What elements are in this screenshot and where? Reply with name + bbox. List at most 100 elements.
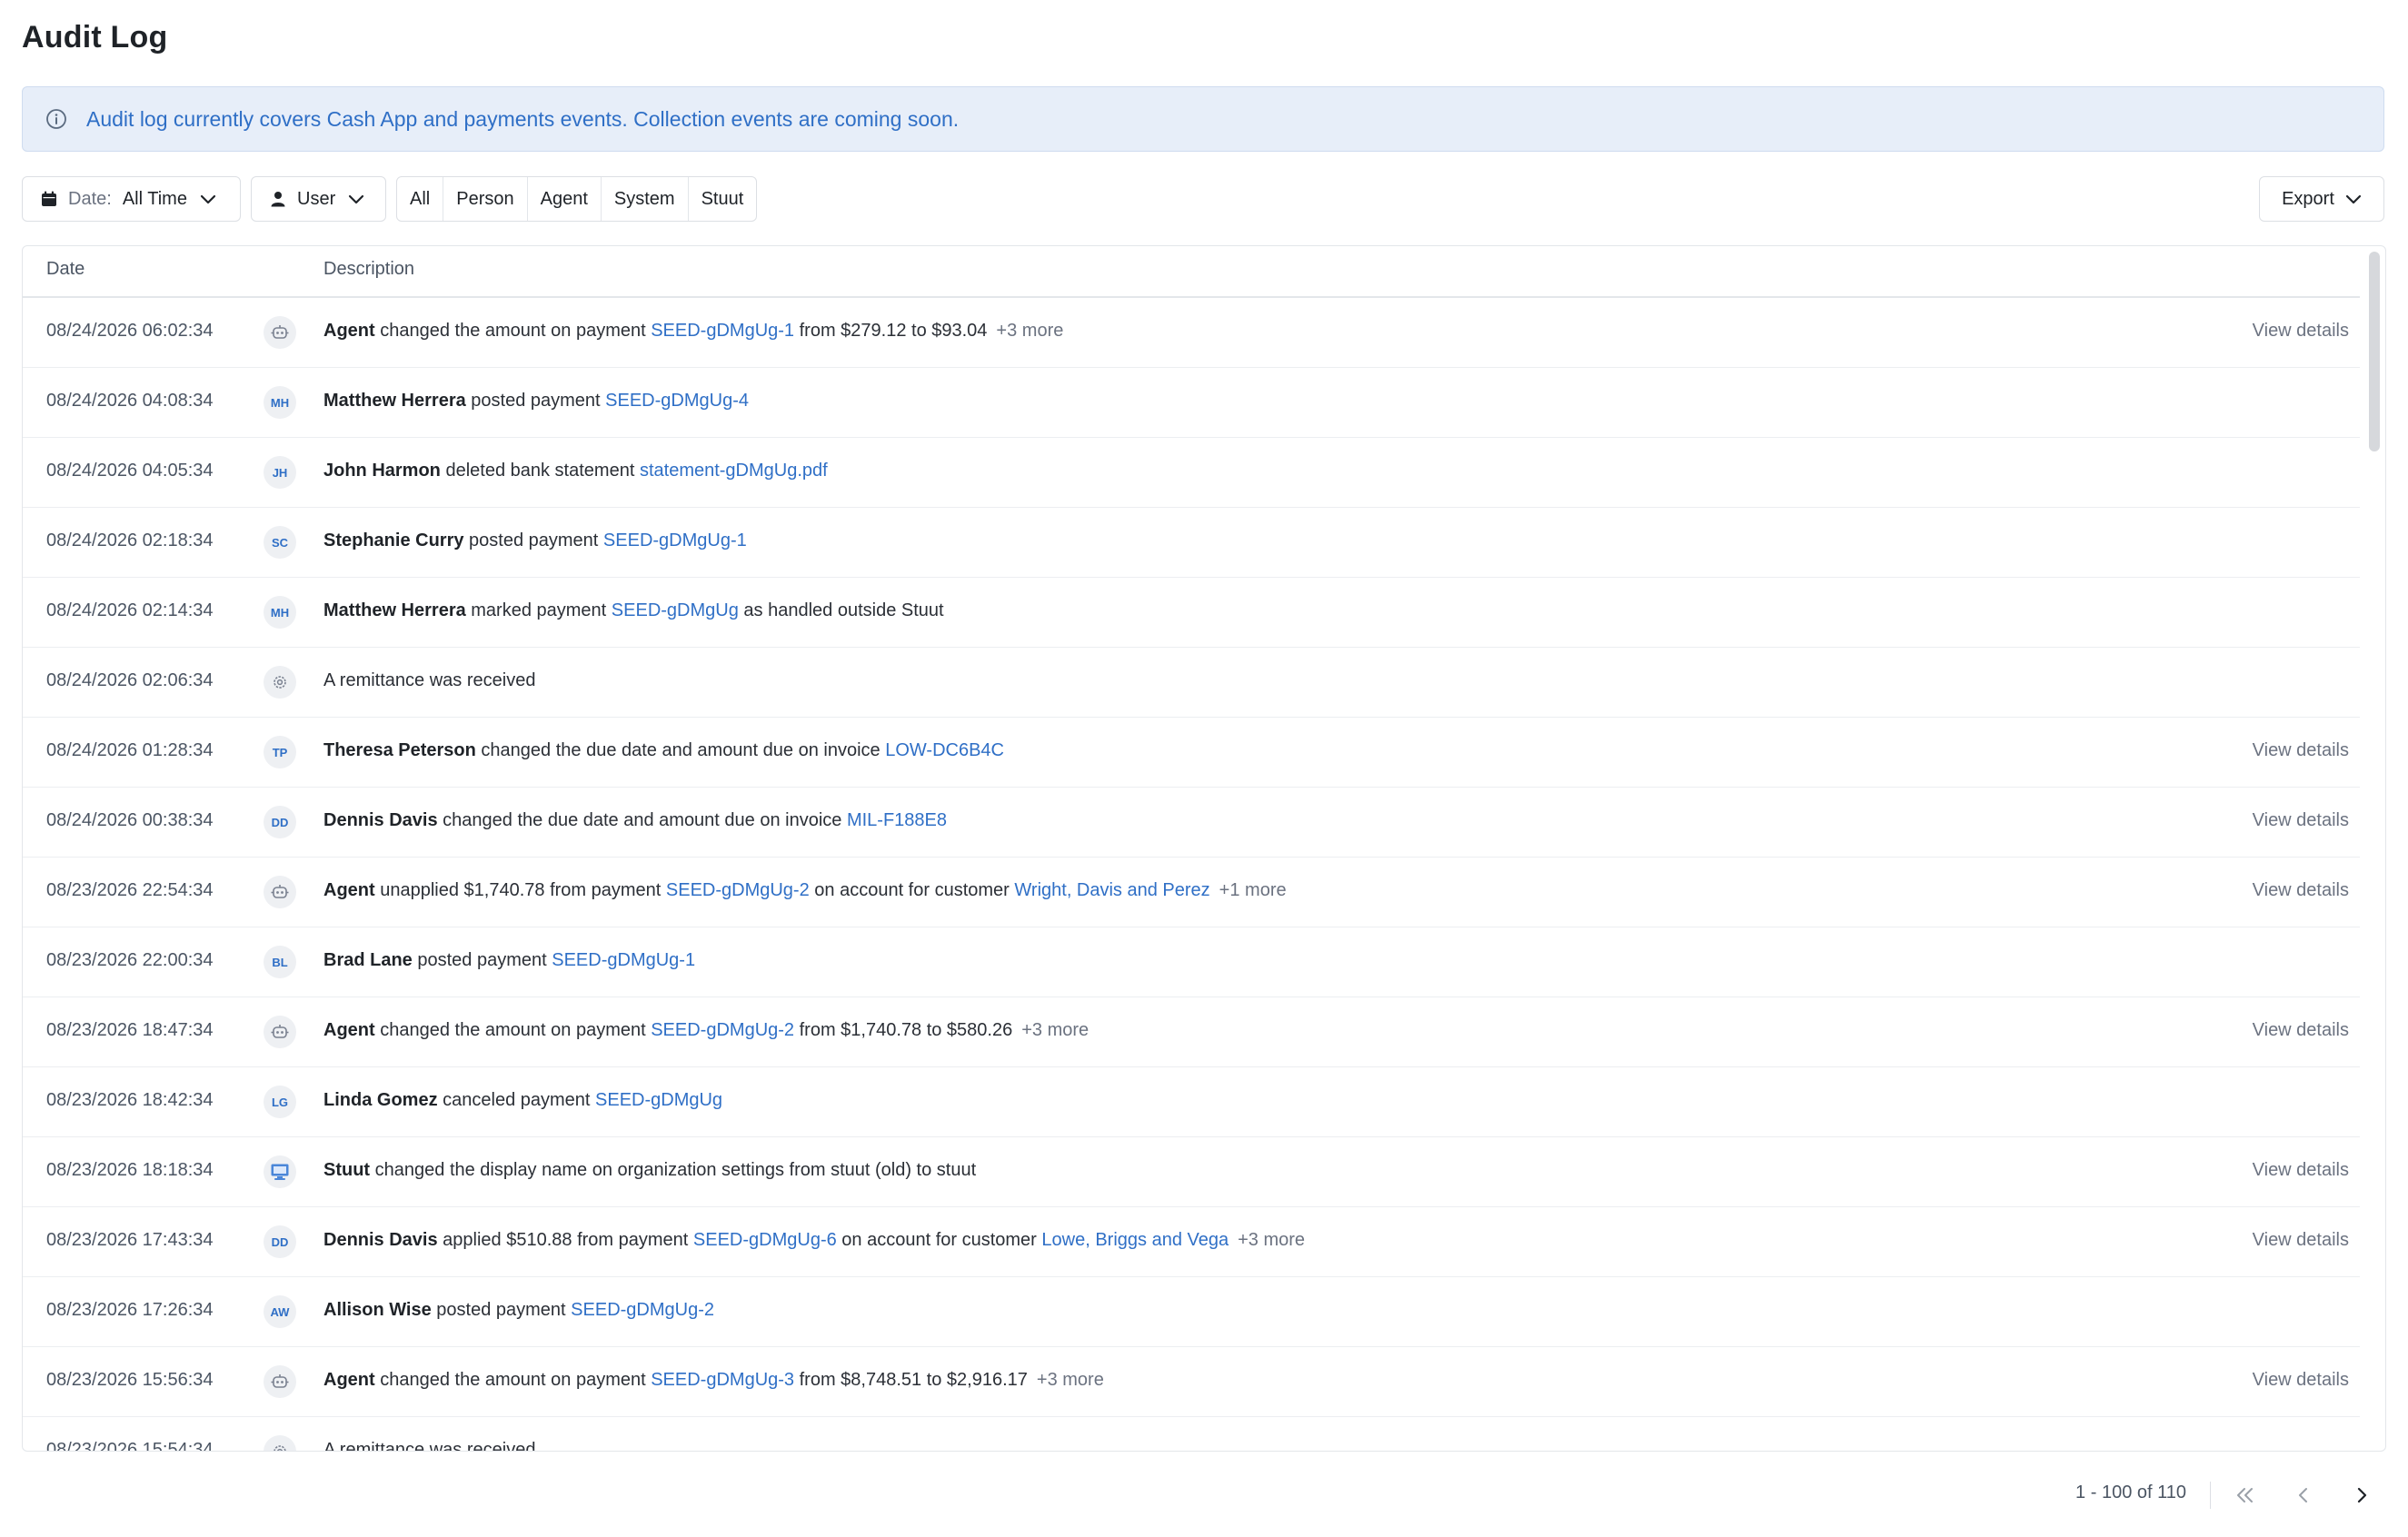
row-date: 08/24/2026 04:05:34 xyxy=(46,461,214,481)
entity-link[interactable]: SEED-gDMgUg-1 xyxy=(552,950,695,970)
table-row[interactable]: 08/24/2026 01:28:34 TP Theresa Peterson ch… xyxy=(23,718,2360,788)
table-row[interactable]: 08/23/2026 15:54:34 A remittance was rece… xyxy=(23,1417,2360,1452)
row-description: Stuut changed the display name on organi… xyxy=(323,1160,976,1181)
table-body: 08/24/2026 06:02:34 Agent changed the amo… xyxy=(23,298,2360,1452)
actor-name: Linda Gomez xyxy=(323,1090,438,1110)
page-title: Audit Log xyxy=(22,20,168,55)
table-row[interactable]: 08/24/2026 00:38:34 DD Dennis Davis change… xyxy=(23,788,2360,858)
view-details-link[interactable]: View details xyxy=(2253,880,2349,901)
row-date: 08/23/2026 18:47:34 xyxy=(46,1020,214,1040)
table-scrollbar[interactable] xyxy=(2369,252,2380,451)
entity-link[interactable]: SEED-gDMgUg-4 xyxy=(605,391,749,411)
actor-name: Matthew Herrera xyxy=(323,391,466,411)
more-changes-indicator[interactable]: +3 more xyxy=(1037,1370,1104,1390)
more-changes-indicator[interactable]: +3 more xyxy=(1021,1020,1089,1040)
row-description: Agent changed the amount on payment SEED… xyxy=(323,1020,1089,1041)
row-description: Dennis Davis applied $510.88 from paymen… xyxy=(323,1230,1305,1251)
table-row[interactable]: 08/23/2026 18:47:34 Agent changed the amo… xyxy=(23,997,2360,1067)
segment-agent[interactable]: Agent xyxy=(528,177,602,221)
table-row[interactable]: 08/24/2026 06:02:34 Agent changed the amo… xyxy=(23,298,2360,368)
entity-link[interactable]: MIL-F188E8 xyxy=(847,810,947,830)
entity-link[interactable]: LOW-DC6B4C xyxy=(885,740,1004,760)
actor-name: Dennis Davis xyxy=(323,1230,438,1250)
description-text: posted payment xyxy=(465,391,606,411)
entity-link[interactable]: SEED-gDMgUg xyxy=(595,1090,722,1110)
avatar: MH xyxy=(264,386,296,419)
entity-link[interactable]: SEED-gDMgUg-2 xyxy=(651,1020,794,1040)
table-row[interactable]: 08/23/2026 15:56:34 Agent changed the amo… xyxy=(23,1347,2360,1417)
description-text: changed the amount on payment xyxy=(374,1370,652,1390)
row-description: Dennis Davis changed the due date and am… xyxy=(323,810,947,831)
row-description: Brad Lane posted payment SEED-gDMgUg-1 xyxy=(323,950,695,971)
row-date: 08/23/2026 15:54:34 xyxy=(46,1440,214,1452)
view-details-link[interactable]: View details xyxy=(2253,321,2349,342)
avatar: DD xyxy=(264,1225,296,1258)
segment-all[interactable]: All xyxy=(397,177,444,221)
table-row[interactable]: 08/23/2026 22:00:34 BL Brad Lane posted pa… xyxy=(23,927,2360,997)
monitor-icon xyxy=(264,1155,296,1188)
robot-icon xyxy=(264,316,296,349)
user-filter-label: User xyxy=(297,188,336,209)
more-changes-indicator[interactable]: +3 more xyxy=(996,321,1063,341)
table-row[interactable]: 08/24/2026 02:14:34 MH Matthew Herrera mar… xyxy=(23,578,2360,648)
table-row[interactable]: 08/23/2026 17:26:34 AW Allison Wise posted… xyxy=(23,1277,2360,1347)
entity-link[interactable]: SEED-gDMgUg-3 xyxy=(651,1370,794,1390)
entity-link[interactable]: SEED-gDMgUg xyxy=(612,600,739,620)
entity-link[interactable]: SEED-gDMgUg-1 xyxy=(603,531,747,550)
table-row[interactable]: 08/24/2026 02:06:34 A remittance was rece… xyxy=(23,648,2360,718)
actor-name: Agent xyxy=(323,1020,375,1040)
chevron-down-icon xyxy=(348,193,364,204)
entity-link[interactable]: statement-gDMgUg.pdf xyxy=(640,461,828,481)
entity-link[interactable]: SEED-gDMgUg-1 xyxy=(651,321,794,341)
entity-link[interactable]: Wright, Davis and Perez xyxy=(1014,880,1209,900)
actor-name: John Harmon xyxy=(323,461,441,481)
segment-person[interactable]: Person xyxy=(443,177,528,221)
gear-icon xyxy=(264,1435,296,1451)
segment-stuut[interactable]: Stuut xyxy=(689,177,757,221)
view-details-link[interactable]: View details xyxy=(2253,1230,2349,1251)
pagination-range: 1 - 100 of 110 xyxy=(2075,1482,2186,1502)
info-banner-text: Audit log currently covers Cash App and … xyxy=(86,106,960,131)
actor-name: Agent xyxy=(323,880,375,900)
robot-icon xyxy=(264,1365,296,1398)
export-button[interactable]: Export xyxy=(2259,176,2384,222)
row-date: 08/23/2026 17:43:34 xyxy=(46,1230,214,1250)
date-filter-button[interactable]: Date: All Time xyxy=(22,176,241,222)
avatar: MH xyxy=(264,596,296,629)
double-chevron-left-icon[interactable] xyxy=(2229,1479,2262,1512)
description-text: changed the due date and amount due on i… xyxy=(437,810,847,830)
view-details-link[interactable]: View details xyxy=(2253,740,2349,761)
avatar: BL xyxy=(264,946,296,978)
actor-type-segmented-control: All Person Agent System Stuut xyxy=(396,176,758,222)
view-details-link[interactable]: View details xyxy=(2253,810,2349,831)
table-row[interactable]: 08/24/2026 04:08:34 MH Matthew Herrera pos… xyxy=(23,368,2360,438)
table-row[interactable]: 08/23/2026 18:42:34 LG Linda Gomez cancele… xyxy=(23,1067,2360,1137)
description-text: from $8,748.51 to $2,916.17 xyxy=(794,1370,1028,1390)
segment-system[interactable]: System xyxy=(602,177,689,221)
entity-link[interactable]: Lowe, Briggs and Vega xyxy=(1041,1230,1229,1250)
chevron-left-icon[interactable] xyxy=(2287,1479,2320,1512)
description-text: A remittance was received xyxy=(323,1440,536,1452)
entity-link[interactable]: SEED-gDMgUg-6 xyxy=(693,1230,837,1250)
table-row[interactable]: 08/24/2026 02:18:34 SC Stephanie Curry pos… xyxy=(23,508,2360,578)
view-details-link[interactable]: View details xyxy=(2253,1020,2349,1041)
table-row[interactable]: 08/23/2026 17:43:34 DD Dennis Davis applie… xyxy=(23,1207,2360,1277)
view-details-link[interactable]: View details xyxy=(2253,1370,2349,1391)
more-changes-indicator[interactable]: +1 more xyxy=(1219,880,1287,900)
more-changes-indicator[interactable]: +3 more xyxy=(1238,1230,1305,1250)
chevron-down-icon xyxy=(200,193,216,204)
entity-link[interactable]: SEED-gDMgUg-2 xyxy=(571,1300,714,1320)
entity-link[interactable]: SEED-gDMgUg-2 xyxy=(666,880,810,900)
user-filter-button[interactable]: User xyxy=(251,176,386,222)
table-row[interactable]: 08/24/2026 04:05:34 JH John Harmon deleted… xyxy=(23,438,2360,508)
description-text: from $1,740.78 to $580.26 xyxy=(794,1020,1013,1040)
avatar: LG xyxy=(264,1086,296,1118)
user-icon xyxy=(270,191,286,207)
view-details-link[interactable]: View details xyxy=(2253,1160,2349,1181)
row-date: 08/24/2026 04:08:34 xyxy=(46,391,214,411)
description-text: posted payment xyxy=(431,1300,572,1320)
chevron-right-icon[interactable] xyxy=(2345,1479,2378,1512)
description-text: unapplied $1,740.78 from payment xyxy=(374,880,666,900)
table-row[interactable]: 08/23/2026 22:54:34 Agent unapplied $1,74… xyxy=(23,858,2360,927)
table-row[interactable]: 08/23/2026 18:18:34 Stuut changed the dis… xyxy=(23,1137,2360,1207)
